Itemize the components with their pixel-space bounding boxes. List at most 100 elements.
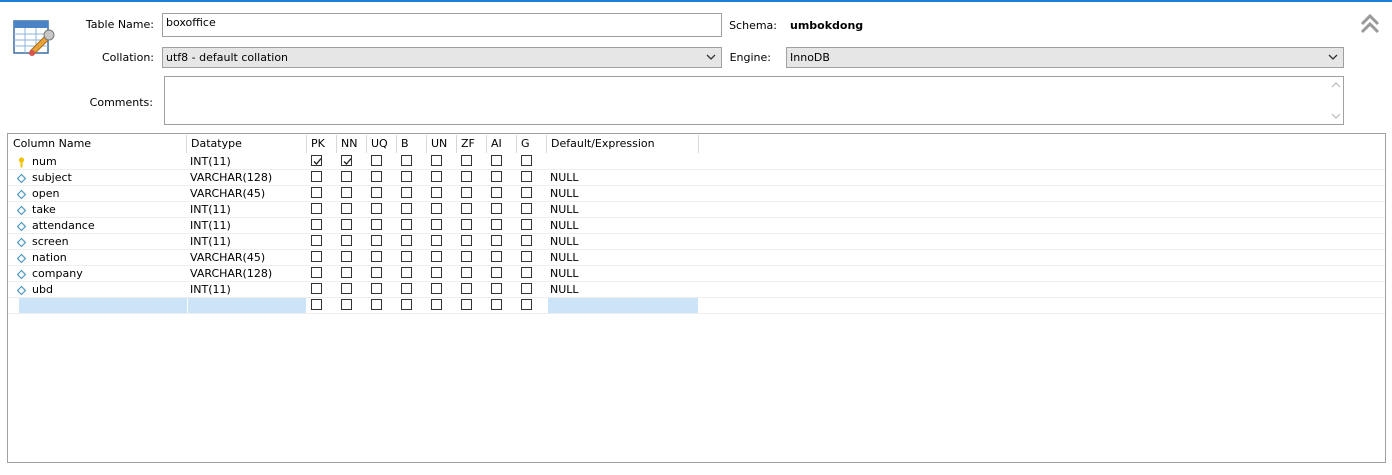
zf-checkbox[interactable] — [461, 251, 472, 262]
datatype-cell[interactable]: INT(11) — [190, 234, 231, 250]
zf-checkbox[interactable] — [461, 235, 472, 246]
g-checkbox[interactable] — [521, 155, 532, 166]
datatype-cell[interactable]: VARCHAR(128) — [190, 170, 272, 186]
default-cell[interactable]: NULL — [550, 202, 579, 218]
table-row[interactable]: ubd INT(11) NULL — [8, 282, 1385, 298]
nn-checkbox[interactable] — [341, 187, 352, 198]
un-checkbox[interactable] — [431, 299, 442, 310]
uq-checkbox[interactable] — [371, 251, 382, 262]
table-row[interactable]: company VARCHAR(128) NULL — [8, 266, 1385, 282]
un-checkbox[interactable] — [431, 187, 442, 198]
b-checkbox[interactable] — [401, 171, 412, 182]
zf-checkbox[interactable] — [461, 219, 472, 230]
nn-checkbox[interactable] — [341, 235, 352, 246]
ai-checkbox[interactable] — [491, 251, 502, 262]
datatype-cell[interactable]: INT(11) — [190, 202, 231, 218]
ai-checkbox[interactable] — [491, 155, 502, 166]
g-checkbox[interactable] — [521, 171, 532, 182]
column-name-cell[interactable]: screen — [32, 234, 69, 250]
b-checkbox[interactable] — [401, 251, 412, 262]
uq-checkbox[interactable] — [371, 299, 382, 310]
un-checkbox[interactable] — [431, 235, 442, 246]
pk-checkbox[interactable] — [311, 283, 322, 294]
nn-checkbox[interactable] — [341, 155, 352, 166]
column-header[interactable]: ZF — [458, 134, 488, 153]
pk-checkbox[interactable] — [311, 203, 322, 214]
ai-checkbox[interactable] — [491, 267, 502, 278]
column-name-cell[interactable]: take — [32, 202, 56, 218]
b-checkbox[interactable] — [401, 299, 412, 310]
default-cell[interactable]: NULL — [550, 186, 579, 202]
table-row[interactable]: screen INT(11) NULL — [8, 234, 1385, 250]
double-chevron-up-icon[interactable] — [1359, 13, 1381, 35]
g-checkbox[interactable] — [521, 187, 532, 198]
pk-checkbox[interactable] — [311, 251, 322, 262]
ai-checkbox[interactable] — [491, 203, 502, 214]
pk-checkbox[interactable] — [311, 235, 322, 246]
b-checkbox[interactable] — [401, 203, 412, 214]
pk-checkbox[interactable] — [311, 171, 322, 182]
g-checkbox[interactable] — [521, 267, 532, 278]
b-checkbox[interactable] — [401, 187, 412, 198]
default-cell[interactable]: NULL — [550, 170, 579, 186]
un-checkbox[interactable] — [431, 267, 442, 278]
nn-checkbox[interactable] — [341, 283, 352, 294]
datatype-cell[interactable]: VARCHAR(128) — [190, 266, 272, 282]
nn-checkbox[interactable] — [341, 171, 352, 182]
g-checkbox[interactable] — [521, 235, 532, 246]
new-row-cell[interactable] — [188, 298, 306, 313]
new-column-row[interactable] — [8, 298, 1385, 314]
uq-checkbox[interactable] — [371, 155, 382, 166]
datatype-cell[interactable]: INT(11) — [190, 154, 231, 170]
pk-checkbox[interactable] — [311, 299, 322, 310]
un-checkbox[interactable] — [431, 203, 442, 214]
uq-checkbox[interactable] — [371, 283, 382, 294]
table-row[interactable]: nation VARCHAR(45) NULL — [8, 250, 1385, 266]
table-row[interactable]: subject VARCHAR(128) NULL — [8, 170, 1385, 186]
b-checkbox[interactable] — [401, 219, 412, 230]
default-cell[interactable]: NULL — [550, 218, 579, 234]
ai-checkbox[interactable] — [491, 235, 502, 246]
un-checkbox[interactable] — [431, 171, 442, 182]
table-row[interactable]: take INT(11) NULL — [8, 202, 1385, 218]
column-name-cell[interactable]: attendance — [32, 218, 95, 234]
comments-textarea[interactable] — [164, 76, 1344, 125]
zf-checkbox[interactable] — [461, 203, 472, 214]
column-name-cell[interactable]: num — [32, 154, 57, 170]
ai-checkbox[interactable] — [491, 283, 502, 294]
b-checkbox[interactable] — [401, 155, 412, 166]
uq-checkbox[interactable] — [371, 187, 382, 198]
nn-checkbox[interactable] — [341, 203, 352, 214]
default-cell[interactable]: NULL — [550, 250, 579, 266]
column-header[interactable]: UQ — [368, 134, 398, 153]
column-header[interactable]: PK — [308, 134, 338, 153]
column-name-cell[interactable]: subject — [32, 170, 72, 186]
columns-grid[interactable]: Column Name Datatype PK NN UQ B UN ZF AI G Default… — [7, 133, 1386, 463]
g-checkbox[interactable] — [521, 299, 532, 310]
g-checkbox[interactable] — [521, 283, 532, 294]
uq-checkbox[interactable] — [371, 267, 382, 278]
ai-checkbox[interactable] — [491, 219, 502, 230]
datatype-cell[interactable]: INT(11) — [190, 218, 231, 234]
uq-checkbox[interactable] — [371, 171, 382, 182]
default-cell[interactable]: NULL — [550, 266, 579, 282]
column-header[interactable]: UN — [428, 134, 458, 153]
default-cell[interactable]: NULL — [550, 282, 579, 298]
pk-checkbox[interactable] — [311, 187, 322, 198]
nn-checkbox[interactable] — [341, 251, 352, 262]
column-header[interactable]: NN — [338, 134, 368, 153]
nn-checkbox[interactable] — [341, 299, 352, 310]
default-cell[interactable]: NULL — [550, 234, 579, 250]
ai-checkbox[interactable] — [491, 171, 502, 182]
column-name-cell[interactable]: nation — [32, 250, 67, 266]
new-row-cell[interactable] — [548, 298, 698, 313]
un-checkbox[interactable] — [431, 251, 442, 262]
pk-checkbox[interactable] — [311, 267, 322, 278]
nn-checkbox[interactable] — [341, 219, 352, 230]
zf-checkbox[interactable] — [461, 155, 472, 166]
b-checkbox[interactable] — [401, 267, 412, 278]
ai-checkbox[interactable] — [491, 299, 502, 310]
un-checkbox[interactable] — [431, 219, 442, 230]
table-row[interactable]: num INT(11) — [8, 154, 1385, 170]
pk-checkbox[interactable] — [311, 219, 322, 230]
